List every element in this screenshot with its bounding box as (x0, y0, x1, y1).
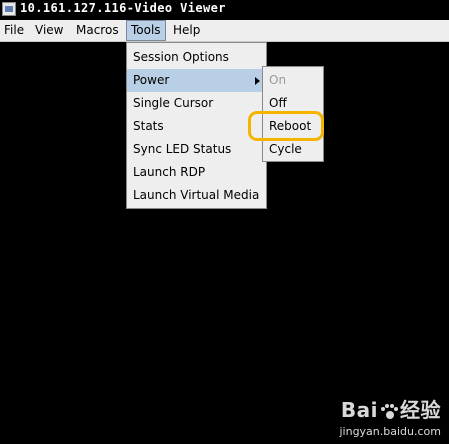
menubar: File View Macros Tools Help (0, 20, 449, 42)
menu-item-sync-led-status[interactable]: Sync LED Status (127, 138, 266, 161)
menu-item-power-label: Power (133, 73, 170, 87)
watermark-logo-jingyan: 经验 (400, 398, 441, 422)
watermark-url: jingyan.baidu.com (339, 425, 441, 438)
paw-icon (380, 403, 398, 420)
window-titlebar: 10.161.127.116-Video Viewer (0, 0, 449, 20)
menu-view[interactable]: View (31, 20, 67, 41)
menu-macros[interactable]: Macros (72, 20, 123, 41)
menu-item-power[interactable]: Power (127, 69, 266, 92)
power-item-cycle[interactable]: Cycle (263, 138, 323, 161)
watermark-logo-bai: Bai (340, 398, 378, 422)
menu-item-session-options[interactable]: Session Options (127, 46, 266, 69)
submenu-arrow-icon (255, 77, 260, 85)
menu-item-launch-virtual-media[interactable]: Launch Virtual Media (127, 184, 266, 207)
menu-file[interactable]: File (0, 20, 28, 41)
window-title: 10.161.127.116-Video Viewer (20, 1, 226, 15)
watermark-logo: Bai 经验 (339, 394, 441, 423)
baidu-jingyan-watermark: Bai 经验 jingyan.baidu.com (339, 394, 441, 438)
power-item-on: On (269, 73, 287, 87)
reboot-highlight-annotation (248, 111, 324, 141)
menu-item-launch-rdp[interactable]: Launch RDP (127, 161, 266, 184)
app-window-icon[interactable] (2, 2, 16, 16)
menu-item-single-cursor[interactable]: Single Cursor (127, 92, 266, 115)
menu-tools[interactable]: Tools (126, 20, 166, 41)
menu-item-stats[interactable]: Stats (127, 115, 266, 138)
menu-help[interactable]: Help (169, 20, 204, 41)
tools-dropdown-menu: Session Options Power Single Cursor Stat… (126, 42, 267, 209)
